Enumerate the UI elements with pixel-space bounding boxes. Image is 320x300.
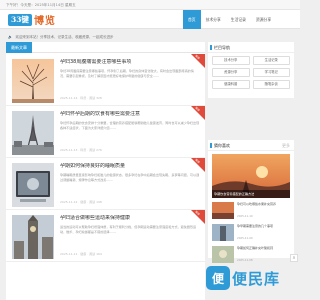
hot-post-title[interactable]: 孕妇可以吃哪些水果补充营养: [237, 202, 289, 211]
nav-item-resources[interactable]: 资源分享: [251, 10, 276, 29]
recommend-ribbon: 推荐: [191, 106, 205, 120]
top-info-bar: 下午好！今天是：2025年11月14日 星期五: [0, 0, 300, 10]
category-link[interactable]: 生活记录: [252, 56, 290, 65]
recommend-ribbon: 推荐: [191, 54, 205, 68]
article-title[interactable]: 孕期如何保持良好的睡眠质量: [60, 163, 200, 170]
article-title[interactable]: 孕妇怀孕后期的饮食有哪些需要注意: [60, 111, 200, 118]
back-to-top-button[interactable]: ∧: [290, 254, 298, 262]
category-widget: 栏目导航 技术分享 生活记录 资源分享 学习笔记 健康科普 随笔杂谈: [208, 42, 294, 98]
tab-latest[interactable]: 最新文章: [6, 42, 32, 53]
logo-badge: 33键: [8, 13, 32, 26]
more-link[interactable]: 更多: [282, 140, 290, 151]
article-thumbnail[interactable]: [12, 215, 54, 259]
hot-post-title[interactable]: 孕早期需要注意的几个事项: [237, 224, 289, 233]
article-summary: 孕妇38周腹痛需要注意哪些事项，怀孕到了后期，孕妇的身体变化较大，有时会出现腹部…: [60, 69, 194, 78]
recommend-ribbon: 推荐: [191, 210, 205, 224]
article-title[interactable]: 孕妇适合做哪些运动来保持健康: [60, 215, 200, 222]
article-thumbnail[interactable]: [12, 111, 54, 155]
site-header: 33键 博览 首页 技术分享 生活记录 资源分享: [0, 10, 300, 29]
article-meta: 2025-11-11 · 健康 · 阅读 164: [60, 252, 102, 256]
accent-bar: [210, 45, 212, 50]
volume-icon: 🔈: [8, 35, 13, 39]
category-link[interactable]: 技术分享: [212, 56, 250, 65]
hot-post-item[interactable]: 孕妇可以吃哪些水果补充营养 2025-11-10: [212, 201, 290, 221]
category-grid: 技术分享 生活记录 资源分享 学习笔记 健康科普 随笔杂谈: [208, 53, 294, 92]
notice-text: 欢迎来到本站！分享技术、记录生活、收藏资源、一起成长进步: [15, 35, 114, 39]
hot-post-thumbnail[interactable]: [212, 202, 234, 219]
notice-bar: 🔈 欢迎来到本站！分享技术、记录生活、收藏资源、一起成长进步: [8, 33, 204, 42]
hot-post-date: 2025-11-10: [237, 214, 253, 218]
article-thumbnail[interactable]: [12, 59, 54, 103]
article-meta: 2025-11-14 · 科普 · 阅读 328: [60, 96, 102, 100]
category-link[interactable]: 资源分享: [212, 68, 250, 77]
article-meta: 2025-11-13 · 科普 · 阅读 276: [60, 148, 102, 152]
hot-posts-header: 猜你喜欢 更多: [208, 140, 294, 151]
nav-item-life[interactable]: 生活记录: [226, 10, 251, 29]
hot-posts-title: 猜你喜欢: [214, 143, 230, 148]
site-logo[interactable]: 33键 博览: [8, 12, 56, 27]
article-title[interactable]: 孕妇38周腹痛需要注意哪些事项: [60, 59, 200, 66]
greeting-text: 下午好！今天是：2025年11月14日 星期五: [6, 3, 76, 7]
nav-item-home[interactable]: 首页: [183, 10, 201, 29]
category-widget-header: 栏目导航: [208, 42, 294, 53]
nav-item-tech[interactable]: 技术分享: [201, 10, 226, 29]
category-link[interactable]: 健康科普: [212, 80, 250, 89]
article-meta: 2025-11-12 · 健康 · 阅读 198: [60, 200, 102, 204]
hot-post-title[interactable]: 孕期如何正确补充叶酸和钙: [237, 246, 289, 255]
article-list-panel: 最新文章 孕妇38周腹痛需要注意哪些事项 孕妇38周腹痛需要注意哪些事项，怀孕到…: [6, 42, 205, 300]
watermark-icon: 便: [206, 266, 230, 290]
article-list-header: 最新文章: [6, 42, 205, 53]
article-item[interactable]: 孕妇怀孕后期的饮食有哪些需要注意 孕妇怀孕后期的饮食安排十分重要，合理的营养搭配…: [6, 106, 205, 158]
hot-post-thumbnail[interactable]: [212, 246, 234, 263]
article-item[interactable]: 孕妇38周腹痛需要注意哪些事项 孕妇38周腹痛需要注意哪些事项，怀孕到了后期，孕…: [6, 54, 205, 106]
article-summary: 适当的运动可以帮助孕妇增强体质，有利于顺利分娩，但孕期运动需要注意强度和方式，避…: [60, 225, 197, 234]
hot-post-thumbnail[interactable]: [212, 224, 234, 241]
accent-bar: [210, 143, 212, 148]
hot-post-featured[interactable]: 孕期饮食营养搭配的正确方法: [212, 154, 290, 198]
category-widget-title: 栏目导航: [214, 45, 230, 50]
logo-text: 博览: [33, 16, 56, 27]
article-summary: 孕期睡眠质量直接影响孕妇和胎儿的健康状态，很多孕妇在孕中后期会出现失眠、多梦等问…: [60, 173, 200, 182]
main-nav: 首页 技术分享 生活记录 资源分享: [183, 10, 276, 29]
category-link[interactable]: 学习笔记: [252, 68, 290, 77]
article-item[interactable]: 孕期如何保持良好的睡眠质量 孕期睡眠质量直接影响孕妇和胎儿的健康状态，很多孕妇在…: [6, 158, 205, 210]
article-thumbnail[interactable]: [12, 163, 54, 207]
hot-post-item[interactable]: 孕早期需要注意的几个事项 2025-11-09: [212, 223, 290, 243]
article-item[interactable]: 孕妇适合做哪些运动来保持健康 适当的运动可以帮助孕妇增强体质，有利于顺利分娩，但…: [6, 210, 205, 262]
article-summary: 孕妇怀孕后期的饮食安排十分重要，合理的营养搭配能够帮助胎儿健康发育，同时也可以减…: [60, 121, 200, 130]
hot-posts-widget: 猜你喜欢 更多 孕期饮食营养搭配的正确方法 孕妇可以吃哪些水果补充营养 2025…: [208, 140, 294, 263]
hot-post-date: 2025-11-09: [237, 236, 253, 240]
watermark-logo: 便 便民库: [206, 262, 298, 294]
category-link[interactable]: 随笔杂谈: [252, 80, 290, 89]
watermark-text: 便民库: [232, 269, 281, 288]
featured-caption[interactable]: 孕期饮食营养搭配的正确方法: [212, 190, 290, 198]
recommend-ribbon: 推荐: [191, 158, 205, 172]
